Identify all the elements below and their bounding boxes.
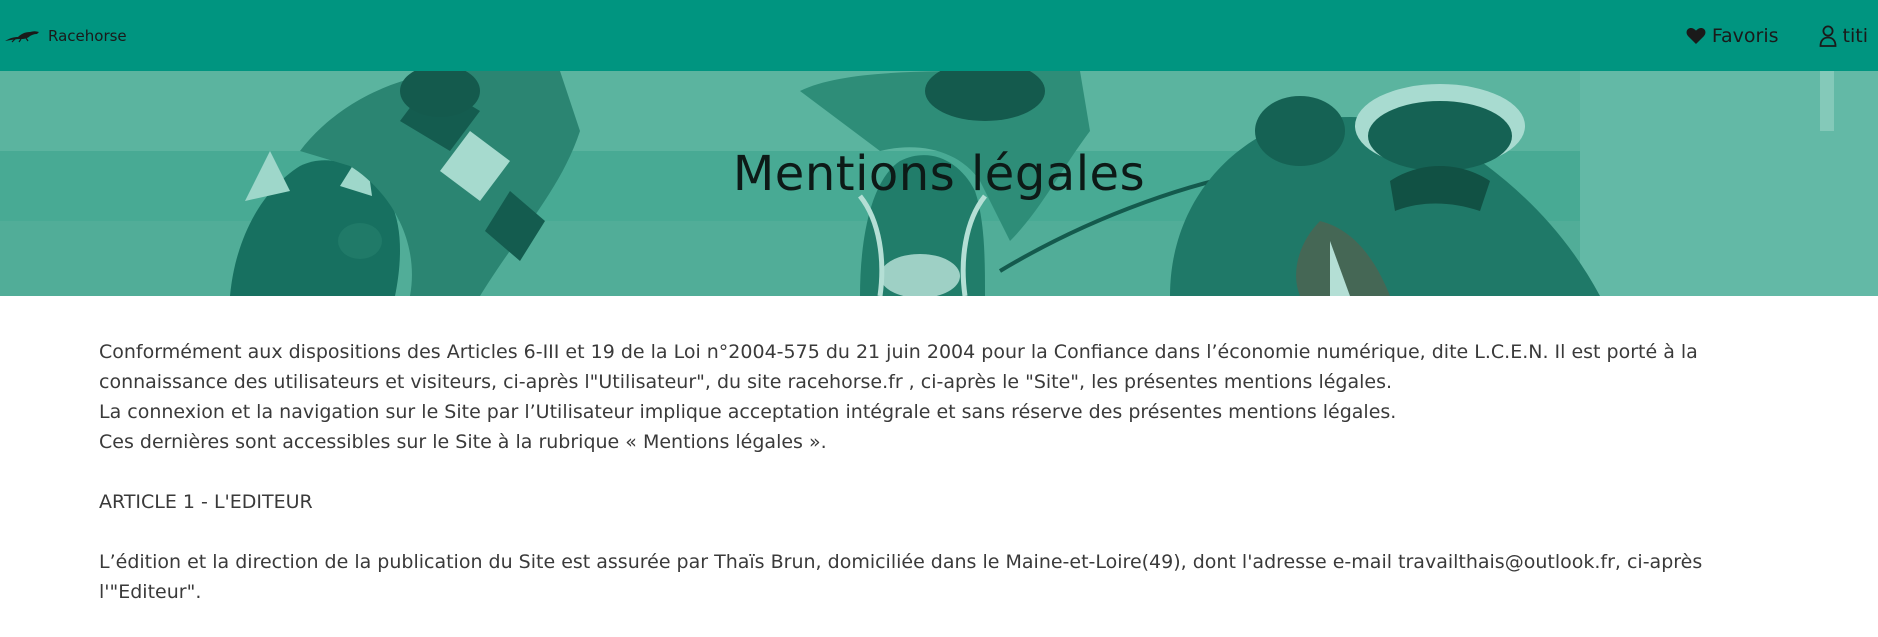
intro-line-4: Ces dernières sont accessibles sur le Si…: [99, 431, 827, 453]
brand-link[interactable]: Racehorse: [4, 27, 127, 45]
top-navbar: Racehorse Favoris titi: [0, 0, 1878, 71]
page-title: Mentions légales: [732, 146, 1146, 202]
intro-line-2: connaissance des utilisateurs et visiteu…: [99, 371, 1393, 393]
intro-line-1: Conformément aux dispositions des Articl…: [99, 341, 1698, 363]
nav-right-group: Favoris titi: [1686, 25, 1868, 47]
intro-line-3: La connexion et la navigation sur le Sit…: [99, 401, 1397, 423]
article-1-title: ARTICLE 1 - L'EDITEUR: [99, 491, 313, 513]
hero-banner: Mentions légales: [0, 71, 1878, 296]
racehorse-logo-icon: [4, 29, 42, 43]
article-1-line-1: L’édition et la direction de la publicat…: [99, 551, 1703, 573]
favorites-link[interactable]: Favoris: [1686, 25, 1779, 47]
favorites-label: Favoris: [1711, 24, 1779, 47]
brand-name: Racehorse: [48, 26, 127, 45]
user-menu-link[interactable]: titi: [1819, 25, 1868, 47]
legal-content: Conformément aux dispositions des Articl…: [99, 337, 1799, 607]
article-1-line-2: l'"Editeur".: [99, 581, 202, 603]
user-label: titi: [1842, 24, 1868, 47]
heart-icon: [1686, 27, 1706, 45]
user-icon: [1819, 25, 1837, 47]
